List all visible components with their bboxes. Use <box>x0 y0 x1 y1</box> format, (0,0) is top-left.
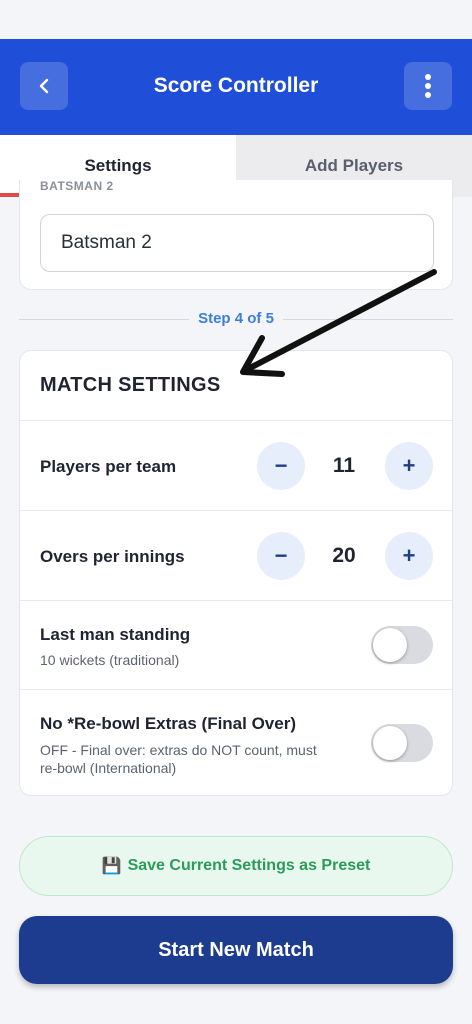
save-preset-label: Save Current Settings as Preset <box>127 857 371 874</box>
players-per-team-label: Players per team <box>40 457 177 476</box>
overs-decrement-button[interactable]: − <box>257 532 305 580</box>
players-increment-button[interactable]: + <box>385 442 433 490</box>
app-bar: Score Controller <box>0 39 472 135</box>
overs-per-innings-label: Overs per innings <box>40 547 185 566</box>
players-per-team-value: 11 <box>332 454 356 477</box>
step-divider-right <box>283 319 453 320</box>
toggle-knob <box>373 628 407 662</box>
batsman-field-label: BATSMAN 2 <box>40 180 114 193</box>
no-rebowl-extras-toggle[interactable] <box>371 724 433 762</box>
no-rebowl-description-line2: re-bowl (International) <box>40 760 177 776</box>
page-title: Score Controller <box>153 74 319 97</box>
batsman-2-input[interactable]: Batsman 2 <box>40 214 434 272</box>
step-indicator: Step 4 of 5 <box>19 306 453 334</box>
more-vertical-icon <box>425 74 431 98</box>
players-decrement-button[interactable]: − <box>257 442 305 490</box>
start-new-match-button[interactable]: Start New Match <box>19 916 453 984</box>
save-preset-button[interactable]: 💾 Save Current Settings as Preset <box>19 836 453 896</box>
last-man-standing-toggle[interactable] <box>371 626 433 664</box>
more-options-button[interactable] <box>404 62 452 110</box>
no-rebowl-extras-row: No *Re-bowl Extras (Final Over) OFF - Fi… <box>20 690 452 796</box>
batsman-card: BATSMAN 2 Batsman 2 <box>19 180 453 290</box>
no-rebowl-description-line1: OFF - Final over: extras do NOT count, m… <box>40 742 317 758</box>
last-man-standing-label: Last man standing <box>40 625 191 644</box>
toggle-knob <box>373 726 407 760</box>
overs-per-innings-value: 20 <box>332 544 356 567</box>
last-man-standing-row: Last man standing 10 wickets (traditiona… <box>20 601 452 690</box>
players-per-team-row: Players per team − 11 + <box>20 421 452 511</box>
status-bar <box>0 0 472 39</box>
overs-increment-button[interactable]: + <box>385 532 433 580</box>
last-man-standing-description: 10 wickets (traditional) <box>40 652 180 668</box>
floppy-disk-icon: 💾 <box>101 858 122 875</box>
match-settings-heading: MATCH SETTINGS <box>20 351 452 421</box>
overs-per-innings-row: Overs per innings − 20 + <box>20 511 452 601</box>
match-settings-card: MATCH SETTINGS Players per team − 11 + O… <box>19 350 453 796</box>
no-rebowl-extras-label: No *Re-bowl Extras (Final Over) <box>40 714 296 733</box>
